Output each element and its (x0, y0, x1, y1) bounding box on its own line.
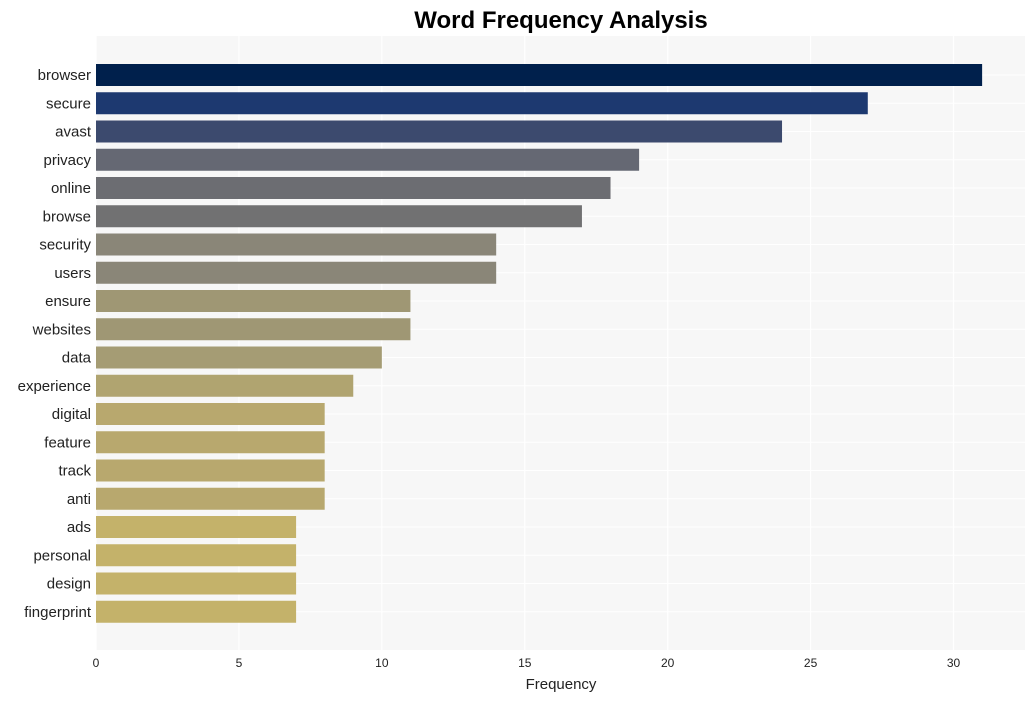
y-label-browser: browser (38, 67, 91, 84)
bar-feature (96, 431, 325, 454)
bar-chart: browser secure avast privacy online browse sec… (18, 7, 1025, 693)
y-axis-labels: browser secure avast privacy online browse sec… (18, 67, 92, 621)
y-label-feature: feature (44, 434, 91, 451)
y-label-ads: ads (67, 519, 91, 536)
bar-track (96, 459, 325, 482)
bar-avast (96, 120, 783, 143)
x-tick-label-30: 30 (947, 656, 961, 670)
bar-ensure (96, 290, 411, 312)
bar-online (96, 177, 611, 199)
y-label-ensure: ensure (45, 293, 91, 310)
bar-digital (96, 403, 325, 425)
bar-websites (96, 318, 411, 341)
y-label-personal: personal (33, 547, 91, 564)
x-tick-label-15: 15 (518, 656, 532, 670)
bar-fingerprint (96, 600, 297, 623)
y-label-fingerprint: fingerprint (24, 604, 92, 621)
bar-users (96, 261, 497, 284)
y-label-anti: anti (67, 491, 91, 508)
bar-data (96, 346, 382, 369)
y-label-online: online (51, 180, 91, 197)
bar-secure (96, 92, 868, 115)
y-label-secure: secure (46, 95, 91, 112)
y-label-track: track (58, 463, 91, 480)
bar-experience (96, 374, 354, 397)
y-label-design: design (47, 576, 91, 593)
bar-security (96, 233, 497, 256)
x-axis-ticks: 0 5 10 15 20 25 30 (93, 656, 961, 670)
x-tick-label-20: 20 (661, 656, 675, 670)
x-tick-label-25: 25 (804, 656, 818, 670)
y-label-security: security (39, 237, 91, 254)
x-tick-label-10: 10 (375, 656, 389, 670)
bar-anti (96, 487, 325, 510)
chart-title: Word Frequency Analysis (414, 7, 707, 34)
y-label-users: users (54, 265, 91, 282)
bar-personal (96, 544, 297, 567)
bar-design (96, 572, 297, 595)
y-label-avast: avast (55, 124, 92, 141)
y-label-privacy: privacy (43, 152, 91, 169)
bar-ads (96, 516, 297, 538)
y-label-browse: browse (43, 208, 91, 225)
bar-privacy (96, 148, 640, 171)
bar-browser (96, 64, 983, 86)
x-tick-label-0: 0 (93, 656, 100, 670)
x-axis-title: Frequency (526, 676, 597, 693)
bar-browse (96, 205, 582, 228)
y-label-digital: digital (52, 406, 91, 423)
x-tick-label-5: 5 (236, 656, 243, 670)
y-label-data: data (62, 350, 92, 367)
y-label-experience: experience (18, 378, 91, 395)
y-label-websites: websites (32, 321, 91, 338)
